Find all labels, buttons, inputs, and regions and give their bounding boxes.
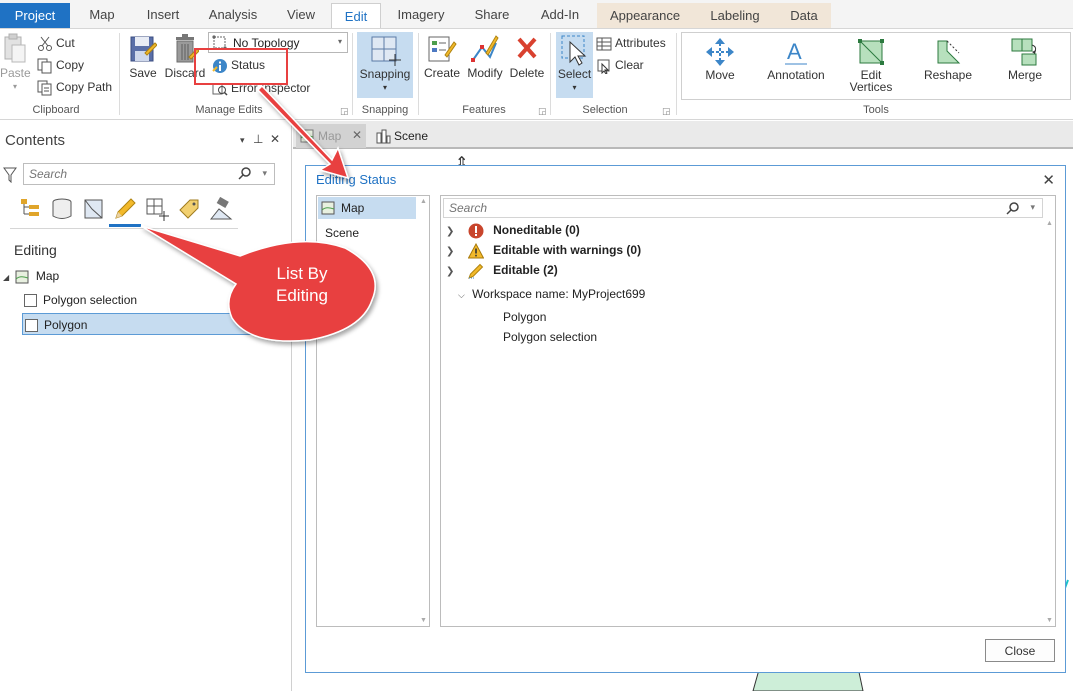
status-callout-arrow	[256, 84, 350, 180]
callout-text: List By Editing	[276, 264, 328, 305]
annotation-overlay	[140, 84, 376, 342]
